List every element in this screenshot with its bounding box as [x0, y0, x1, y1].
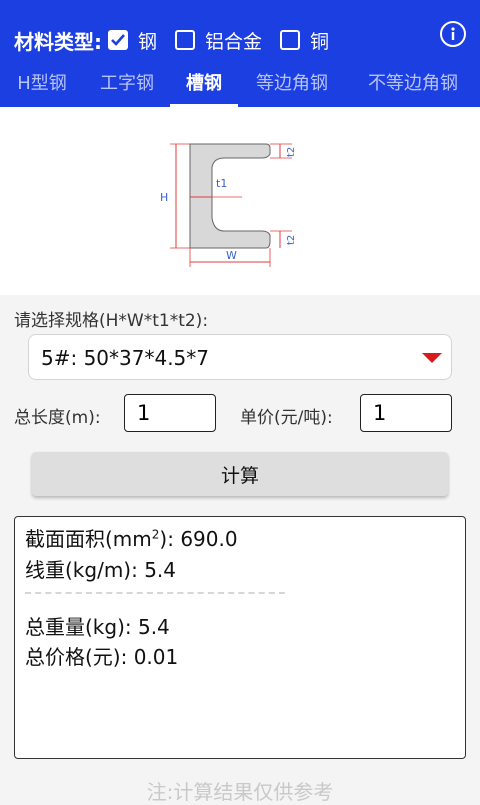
- info-icon[interactable]: [440, 21, 466, 47]
- checkbox-aluminum-label[interactable]: 铝合金: [205, 27, 262, 54]
- material-type-label: 材料类型:: [14, 29, 102, 54]
- spec-selected-value: 5#: 50*37*4.5*7: [41, 346, 210, 370]
- dropdown-arrow-icon: [422, 353, 442, 363]
- dim-h-label: H: [160, 191, 168, 204]
- result-area-label: 截面面积(mm: [25, 527, 152, 551]
- top-header: 材料类型: 钢 铝合金 铜 H型钢 工字钢 槽钢 等边角钢 不等边角钢: [0, 0, 480, 107]
- steel-type-tabs: H型钢 工字钢 槽钢 等边角钢 不等边角钢: [0, 64, 480, 107]
- length-label: 总长度(m):: [14, 408, 101, 428]
- checkbox-aluminum[interactable]: [175, 30, 196, 50]
- channel-section-svg: H W t1 t2 t2: [160, 143, 297, 267]
- result-total-price: 总价格(元): 0.01: [25, 645, 179, 669]
- calculate-button[interactable]: 计算: [32, 452, 448, 496]
- result-panel: 截面面积(mm2): 690.0 线重(kg/m): 5.4 总重量(kg): …: [14, 516, 466, 759]
- checkbox-steel-label[interactable]: 钢: [138, 27, 157, 54]
- price-input[interactable]: [360, 394, 452, 432]
- price-label: 单价(元/吨):: [240, 408, 333, 428]
- spec-dropdown[interactable]: 5#: 50*37*4.5*7: [28, 334, 452, 380]
- checkbox-copper-label[interactable]: 铜: [310, 27, 329, 54]
- result-total-weight: 总重量(kg): 5.4: [25, 615, 170, 639]
- tab-h-beam[interactable]: H型钢: [0, 64, 84, 104]
- spec-label: 请选择规格(H*W*t1*t2):: [14, 311, 209, 331]
- tab-equal-angle[interactable]: 等边角钢: [238, 64, 346, 104]
- disclaimer-note: 注:计算结果仅供参考: [146, 780, 334, 804]
- info-glyph-icon: [451, 27, 455, 40]
- dim-t2-top-label: t2: [286, 147, 297, 157]
- material-type-row: 材料类型: 钢 铝合金 铜: [14, 22, 347, 58]
- result-area-value: ): 690.0: [159, 527, 238, 551]
- checkbox-steel[interactable]: [108, 30, 128, 50]
- dim-t2-bottom-label: t2: [286, 235, 297, 245]
- checkbox-copper[interactable]: [280, 30, 301, 50]
- dim-w-label: W: [226, 249, 237, 262]
- cross-section-diagram: H W t1 t2 t2: [0, 107, 480, 295]
- result-divider: [25, 592, 285, 594]
- tab-unequal-angle[interactable]: 不等边角钢: [346, 64, 480, 104]
- tab-i-beam[interactable]: 工字钢: [84, 64, 170, 104]
- length-input[interactable]: [124, 394, 216, 432]
- tab-channel-steel[interactable]: 槽钢: [170, 64, 238, 107]
- checkmark-icon: [111, 34, 125, 46]
- dim-t1-label: t1: [216, 177, 227, 190]
- result-area: 截面面积(mm2): 690.0: [25, 523, 238, 552]
- result-linear-weight: 线重(kg/m): 5.4: [25, 558, 177, 582]
